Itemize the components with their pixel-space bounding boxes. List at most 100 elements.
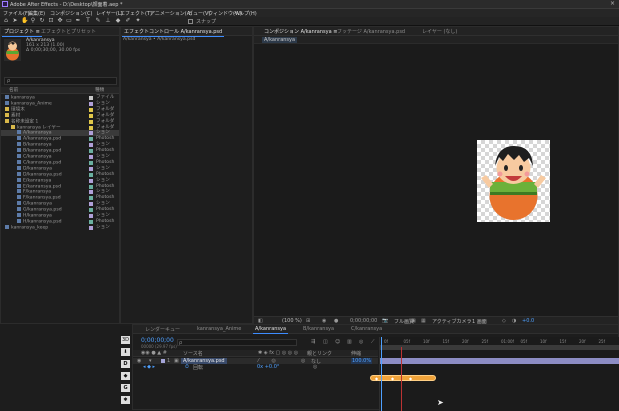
label-color-swatch[interactable] [89,113,93,118]
label-color-swatch[interactable] [89,225,93,230]
label-color-swatch[interactable] [89,107,93,112]
brush-tool-icon[interactable]: ✎ [95,18,101,24]
label-color-swatch[interactable] [89,131,93,136]
zoom-tool-icon[interactable]: ⚲ [30,18,36,24]
pan-behind-tool-icon[interactable]: ✥ [57,18,63,24]
menu-animation[interactable]: アニメーション(A) [150,10,192,17]
g-icon[interactable]: G [121,384,130,392]
label-color-swatch[interactable] [89,184,93,189]
roto-brush-tool-icon[interactable]: ✐ [125,18,131,24]
menu-composition[interactable]: コンポジション(C) [50,10,92,17]
draft-icon[interactable]: D [121,360,130,368]
layer-duration-bar[interactable] [380,358,619,364]
label-color-swatch[interactable] [89,101,93,106]
tab-a-kanransya[interactable]: A/kanransya [252,326,289,334]
item-thumbnail [4,39,21,61]
clone-stamp-tool-icon[interactable]: ⊥ [105,18,111,24]
menu-help[interactable]: ヘルプ(H) [234,10,257,17]
eraser-tool-icon[interactable]: ◆ [115,18,121,24]
property-value[interactable]: 0x +0.0° [257,364,279,370]
col-type-header[interactable]: 種類 [95,87,104,93]
property-row[interactable]: ◂ ◆ ▸ ⏱ 回転 0x +0.0° ◎ [133,364,378,371]
label-color-swatch[interactable] [89,208,93,213]
comp-mini-flowchart-icon[interactable]: ⇶ [311,339,315,345]
comp-breadcrumb[interactable]: A/kanransya [262,37,298,43]
project-search-input[interactable]: ρ [4,77,117,85]
col-stretch[interactable]: 伸縮 [351,350,361,357]
label-color-swatch[interactable] [89,178,93,183]
label-color-swatch[interactable] [89,125,93,130]
label-color-swatch[interactable] [89,202,93,207]
label-color-swatch[interactable] [89,160,93,165]
label-color-swatch[interactable] [89,219,93,224]
keyframe-icon[interactable]: ◆ [391,376,394,381]
selection-tool-icon[interactable]: ➤ [12,18,18,24]
graph-icon[interactable]: ◆ [121,372,130,380]
col-parent[interactable]: 親とリンク [307,350,332,357]
flow-icon[interactable]: ⬇ [121,348,130,356]
tab-footage[interactable]: フッテージ A/kanransya.psd [337,28,405,35]
timeline-search-input[interactable]: ρ [177,339,297,346]
label-color-swatch[interactable] [89,190,93,195]
layer-label-color[interactable] [161,359,165,363]
label-color-swatch[interactable] [89,96,93,100]
hand-tool-icon[interactable]: ✋ [21,18,28,24]
tab-composition[interactable]: コンポジション A/kanransya ≡ [261,28,340,37]
tab-b-kanransya[interactable]: B/kanransya [303,326,334,332]
label-color-swatch[interactable] [89,196,93,201]
label-color-swatch[interactable] [89,166,93,171]
draft-3d-icon[interactable]: ◫ [323,339,328,345]
keyframe-nav-icon[interactable]: ◂ ◆ ▸ [143,364,155,370]
menu-file[interactable]: ファイル(F) [3,10,30,17]
work-area-bar[interactable] [380,345,619,350]
tab-project[interactable]: プロジェクト ≡ [2,28,42,37]
menu-effect[interactable]: エフェクト(T) [120,10,152,17]
label-color-swatch[interactable] [89,214,93,218]
keyframe-icon[interactable]: ◆ [409,376,412,381]
graph-editor-icon[interactable]: ⟋ [371,339,375,345]
expression-icon[interactable]: ◎ [313,364,317,370]
snap-checkbox[interactable] [188,19,193,24]
pen-tool-icon[interactable]: ✒ [75,18,81,24]
tab-layer[interactable]: レイヤー (なし) [422,28,457,35]
menu-edit[interactable]: 編集(E) [28,10,45,17]
menu-layer[interactable]: レイヤー(L) [96,10,123,17]
frame-blending-icon[interactable]: ▥ [347,339,352,345]
playhead[interactable] [381,337,382,411]
time-graph[interactable]: 0f 05f 10f 15f 20f 25f 01:00f 05f 10f 15f 20f 25f ◆… [370,337,619,411]
puppet-pin-icon[interactable]: ✱ [121,396,130,404]
menu-view[interactable]: ビュー(V) [188,10,210,17]
tab-effect-controls[interactable]: エフェクトコントロール A/kanransya.psd [121,28,225,37]
col-source-name[interactable]: ソース名 [183,350,203,357]
shy-layers-icon[interactable]: ☺ [335,339,340,345]
label-color-swatch[interactable] [89,119,93,124]
label-color-swatch[interactable] [89,155,93,159]
close-icon[interactable]: × [610,0,615,7]
col-name-header[interactable]: 名前 [9,87,18,93]
time-ruler[interactable]: 0f 05f 10f 15f 20f 25f 01:00f 05f 10f 15f 20f 25f [380,339,619,345]
keyframe-icon[interactable]: ◆ [375,376,378,381]
tab-kanransya-anime[interactable]: kanransya_Anime [197,326,241,332]
comp-viewer-canvas[interactable] [477,140,550,222]
label-color-swatch[interactable] [89,137,93,142]
mask-tool-icon[interactable]: ▭ [66,18,72,24]
camera-tool-icon[interactable]: ⊡ [48,18,54,24]
tab-effects-presets[interactable]: エフェクトとプリセット [41,28,96,35]
tab-render-queue[interactable]: レンダーキュー [145,326,180,333]
stopwatch-icon[interactable]: ⏱ [185,364,189,370]
timeline-timecode[interactable]: 0;00;00;00 [141,337,174,344]
3d-toggle-icon[interactable]: 3D [121,336,130,344]
property-name: 回転 [193,365,204,371]
puppet-tool-icon[interactable]: ✦ [135,18,141,24]
motion-blur-icon[interactable]: ◎ [359,339,363,345]
label-color-swatch[interactable] [89,143,93,148]
folder-icon [5,106,9,111]
project-item-row[interactable]: kanransya_keep ション [1,224,119,231]
tab-c-kanransya[interactable]: C/kanransya [351,326,382,332]
type-tool-icon[interactable]: T [85,18,91,24]
rotate-tool-icon[interactable]: ↻ [39,18,45,24]
label-color-swatch[interactable] [89,172,93,177]
label-color-swatch[interactable] [89,149,93,154]
home-icon[interactable]: ⌂ [3,18,9,24]
window-title: Adobe After Effects - D:\Desktop\顔面着.aep… [10,2,123,8]
